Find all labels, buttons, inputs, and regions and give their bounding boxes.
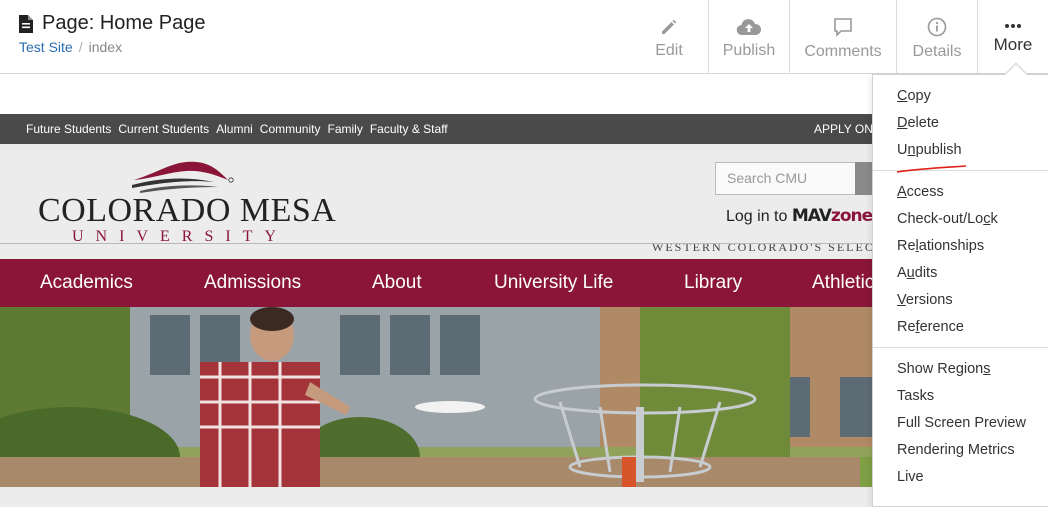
details-label: Details [912, 42, 962, 60]
menu-item-mnemonic: A [897, 184, 907, 200]
dropdown-group-tools: Show Regions Tasks Full Screen Preview Rend… [873, 347, 1048, 497]
university-logo[interactable]: COLORADO MESA UNIVERSITY [38, 158, 336, 245]
utility-link[interactable]: Alumni [216, 122, 253, 136]
more-dots-icon [1004, 23, 1022, 29]
pencil-icon [660, 18, 678, 36]
menu-item-mnemonic: s [983, 361, 991, 377]
mavzone-brand-b: zone [830, 206, 873, 226]
login-prefix: Log in to [726, 208, 788, 225]
breadcrumb-separator: / [78, 39, 83, 55]
more-label: More [993, 34, 1033, 54]
menu-item-live[interactable]: Live [873, 464, 1048, 491]
menu-item-text: opy [907, 88, 931, 104]
menu-item-delete[interactable]: Delete [873, 110, 1048, 137]
more-dropdown-menu: Copy Delete Unpublish Access Check-out/Lock… [872, 74, 1048, 507]
edit-label: Edit [655, 41, 683, 59]
menu-item-rendering-metrics[interactable]: Rendering Metrics [873, 437, 1048, 464]
menu-item-text: k [990, 211, 998, 227]
breadcrumb-site-link[interactable]: Test Site [19, 39, 73, 55]
menu-item-tasks[interactable]: Tasks [873, 383, 1048, 410]
dropdown-group-actions: Copy Delete Unpublish [873, 75, 1048, 170]
menu-item-mnemonic: u [906, 265, 915, 281]
page-document-icon [18, 14, 34, 34]
nav-item[interactable]: Admissions [204, 272, 301, 294]
menu-item-audits[interactable]: Audits [873, 260, 1048, 287]
cms-app: Page: Home Page Test Site / index Edit Pub… [0, 0, 1048, 507]
menu-item-mnemonic: V [897, 292, 906, 308]
toolbar: Edit Publish Comments Details More [630, 0, 1048, 73]
info-icon [927, 17, 947, 37]
menu-item-mnemonic: C [897, 88, 908, 104]
details-button[interactable]: Details [896, 0, 977, 73]
utility-link[interactable]: Faculty & Staff [370, 122, 448, 136]
mavzone-brand-a: MAV [791, 206, 832, 226]
red-underline-annotation [896, 165, 967, 173]
nav-item[interactable]: About [372, 272, 422, 294]
menu-item-text: Show Region [897, 361, 984, 377]
menu-item-text: ationships [918, 238, 985, 254]
menu-item-check-out-lock[interactable]: Check-out/Lock [873, 206, 1048, 233]
menu-item-text: ersions [905, 292, 953, 308]
mavzone-login-link[interactable]: Log in to MAVzone [726, 206, 873, 226]
nav-item[interactable]: Library [684, 272, 742, 294]
menu-item-text: A [897, 265, 907, 281]
menu-item-full-screen-preview[interactable]: Full Screen Preview [873, 410, 1048, 437]
utility-link[interactable]: Community [260, 122, 321, 136]
utility-link[interactable]: Future Students [26, 122, 111, 136]
utility-links: Future Students Current Students Alumni Com… [26, 122, 448, 136]
more-button[interactable]: More [977, 0, 1048, 73]
edit-button[interactable]: Edit [630, 0, 708, 73]
menu-item-mnemonic: c [983, 211, 991, 227]
menu-item-access[interactable]: Access [873, 179, 1048, 206]
menu-item-mnemonic: D [897, 115, 908, 131]
page-title: Page: Home Page [18, 12, 205, 35]
comments-button[interactable]: Comments [789, 0, 896, 73]
utility-link[interactable]: Family [327, 122, 362, 136]
mavzone-brand: MAVzone [791, 206, 873, 226]
menu-item-text: publish [915, 142, 962, 158]
site-search-input[interactable]: Search CMU [715, 162, 875, 195]
page-title-text: Page: Home Page [42, 12, 206, 34]
menu-item-text: Re [897, 238, 916, 254]
menu-item-copy[interactable]: Copy [873, 83, 1048, 110]
menu-item-text: ccess [906, 184, 944, 200]
logo-wordmark: COLORADO MESA [38, 192, 337, 229]
publish-label: Publish [722, 41, 776, 59]
comments-label: Comments [804, 42, 882, 60]
utility-link[interactable]: Current Students [118, 122, 209, 136]
cms-header: Page: Home Page Test Site / index Edit Pub… [0, 0, 1048, 74]
menu-item-show-regions[interactable]: Show Regions [873, 356, 1048, 383]
publish-button[interactable]: Publish [708, 0, 789, 73]
menu-item-reference[interactable]: Reference [873, 314, 1048, 341]
menu-item-text: elete [907, 115, 939, 131]
menu-item-unpublish[interactable]: Unpublish [873, 137, 1048, 164]
dropdown-group-manage: Access Check-out/Lock Relationships Audits V… [873, 170, 1048, 347]
mesa-mountain-graphic [132, 161, 234, 193]
menu-item-text: Re [897, 319, 916, 335]
cloud-upload-icon [736, 18, 762, 36]
nav-item[interactable]: Academics [40, 272, 133, 294]
title-area: Page: Home Page Test Site / index [18, 12, 205, 55]
menu-item-mnemonic: n [907, 142, 916, 158]
menu-item-text: dits [914, 265, 938, 281]
nav-item[interactable]: University Life [494, 272, 613, 294]
menu-item-versions[interactable]: Versions [873, 287, 1048, 314]
menu-item-text: U [897, 142, 908, 158]
breadcrumb: Test Site / index [18, 39, 205, 55]
menu-item-text: Check-out/Lo [897, 211, 984, 227]
breadcrumb-current: index [88, 39, 123, 55]
comment-icon [833, 17, 853, 37]
menu-item-text: erence [919, 319, 964, 335]
menu-item-relationships[interactable]: Relationships [873, 233, 1048, 260]
